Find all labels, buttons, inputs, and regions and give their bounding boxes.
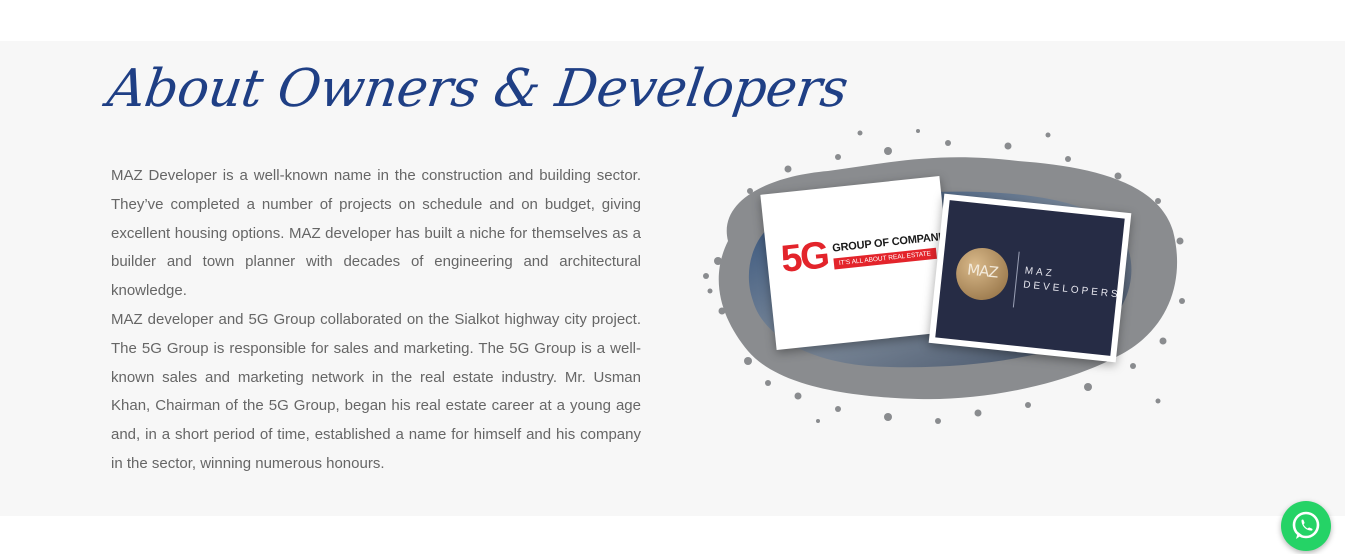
about-paragraph-2: MAZ developer and 5G Group collaborated … — [111, 310, 641, 472]
top-spacer — [0, 0, 1345, 41]
maz-emblem-text: MAZ — [966, 260, 999, 282]
whatsapp-chat-button[interactable] — [1281, 501, 1331, 551]
maz-developers-logo-card: MAZ MAZ DEVELOPERS — [928, 193, 1132, 363]
maz-logo-panel: MAZ MAZ DEVELOPERS — [935, 200, 1125, 356]
about-owners-section: About Owners & Developers MAZ Developer … — [0, 41, 1345, 516]
about-title: About Owners & Developers — [103, 59, 852, 119]
maz-developers-name: MAZ DEVELOPERS — [1022, 264, 1122, 302]
about-text: MAZ Developer is a well-known name in th… — [111, 162, 641, 479]
maz-emblem-icon: MAZ — [953, 245, 1011, 303]
whatsapp-icon — [1292, 511, 1320, 539]
about-paragraph-1: MAZ Developer is a well-known name in th… — [111, 167, 641, 300]
5g-group-logo-card: 5G GROUP OF COMPANIES IT'S ALL ABOUT REA… — [760, 176, 956, 350]
5g-mark: 5G — [779, 234, 830, 281]
maz-divider — [1012, 251, 1020, 308]
partner-logos-image: 5G GROUP OF COMPANIES IT'S ALL ABOUT REA… — [688, 121, 1188, 431]
